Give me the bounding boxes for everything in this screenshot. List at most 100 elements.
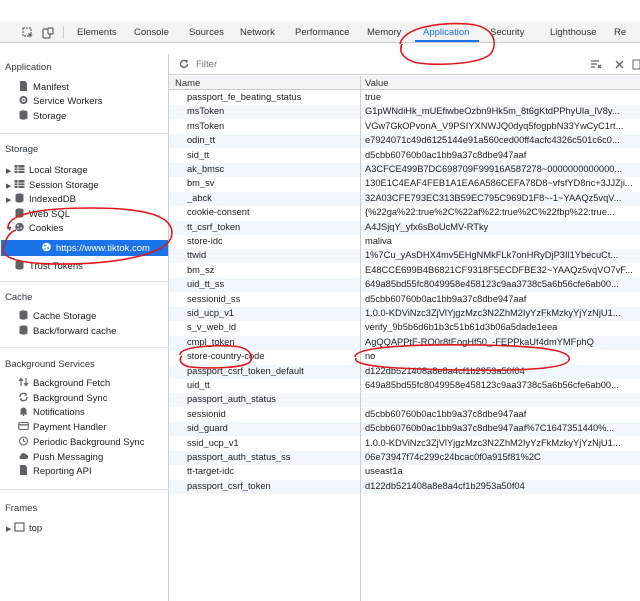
tab-security[interactable]: Security [490,27,524,38]
table-row[interactable]: store-country-code no [169,350,640,364]
cookie-name-cell[interactable]: sid_guard [187,423,357,433]
cookie-value-cell[interactable]: AgQQAPPtF-RO0r8tEogHf50_-FEPPkaUf4dmYMFp… [365,337,635,347]
cookie-name-cell[interactable]: sessionid [187,409,357,419]
cookie-name-cell[interactable]: bm_sz [187,265,357,275]
table-row[interactable]: bm_sz E48CCE699B4B6821CF9318F5ECDFBE32~YA… [169,264,640,278]
table-row[interactable]: ssid_ucp_v1 1.0.0-KDViNzc3ZjVlYjgzMzc3N2Z… [169,437,640,451]
cookie-value-cell[interactable]: A4JSjqY_yfx6sBoUcMV-RTky [365,222,635,232]
sidebar-item-cookies[interactable]: ▼ Cookies [6,222,63,235]
sidebar-item-back-forward-cache[interactable]: Back/forward cache [18,325,116,338]
table-row[interactable]: store-idc maliva [169,235,640,249]
cookie-value-cell[interactable]: d5cbb60760b0ac1bb9a37c8dbe947aaf [365,150,635,160]
cookie-value-cell[interactable]: 1.0.0-KDViNzc3ZjVlYjgzMzc3N2ZhM2IyYzFkMz… [365,308,635,318]
sidebar-item-session-storage[interactable]: ▶ Session Storage [6,179,99,192]
cookie-value-cell[interactable]: d122db521408a8e8a4cf1b2953a50f04 [365,481,635,491]
table-row[interactable]: sid_guard d5cbb60760b0ac1bb9a37c8dbe947aa… [169,422,640,437]
table-row[interactable]: tt-target-idc useast1a [169,465,640,479]
cookie-name-cell[interactable]: passport_csrf_token [187,481,357,491]
cookie-value-cell[interactable]: 649a85bd55fc8049958e458123c9aa3738c5a6b5… [365,279,635,289]
cookie-value-cell[interactable]: d5cbb60760b0ac1bb9a37c8dbe947aaf [365,294,635,304]
cookie-name-cell[interactable]: passport_csrf_token_default [187,366,357,376]
cookie-name-cell[interactable]: ssid_ucp_v1 [187,438,357,448]
cookie-name-cell[interactable]: cmpl_token [187,337,357,347]
cookie-name-cell[interactable]: passport_auth_status_ss [187,452,357,462]
cookie-value-cell[interactable]: 1.0.0-KDViNzc3ZjVlYjgzMzc3N2ZhM2IyYzFkMz… [365,438,635,448]
column-divider[interactable] [360,76,361,601]
cookie-name-cell[interactable]: store-country-code [187,351,357,361]
chevron-down-icon[interactable]: ▼ [6,226,14,233]
clear-filtered-icon[interactable] [590,59,602,70]
cookie-name-cell[interactable]: sessionid_ss [187,294,357,304]
table-row[interactable]: sessionid_ss d5cbb60760b0ac1bb9a37c8dbe94… [169,293,640,307]
cookie-name-cell[interactable]: store-idc [187,236,357,246]
sidebar-item-cache-storage[interactable]: Cache Storage [18,310,96,323]
tab-console[interactable]: Console [134,27,169,38]
cookie-value-cell[interactable]: d122db521408a8e8a4cf1b2953a50f04 [365,366,635,376]
sidebar-item-trust-tokens[interactable]: Trust Tokens [14,260,83,273]
cookie-name-cell[interactable]: odin_tt [187,135,357,145]
sidebar-item-indexeddb[interactable]: ▶ IndexedDB [6,193,76,206]
sidebar-item-frame-top[interactable]: ▶ top [6,522,42,535]
cookie-name-cell[interactable]: bm_sv [187,178,357,188]
tab-elements[interactable]: Elements [77,27,117,38]
table-row[interactable]: msToken VGw7GkOPvonA_V9PSIYXNWJQ0dyq5fogp… [169,120,640,134]
tab-lighthouse[interactable]: Lighthouse [550,27,596,38]
chevron-right-icon[interactable]: ▶ [6,167,14,175]
table-row[interactable]: uid_tt 649a85bd55fc8049958e458123c9aa3738… [169,379,640,393]
cookie-name-cell[interactable]: msToken [187,106,357,116]
cookie-name-cell[interactable]: tt_csrf_token [187,222,357,232]
cookie-value-cell[interactable]: useast1a [365,466,635,476]
table-row[interactable]: tt_csrf_token A4JSjqY_yfx6sBoUcMV-RTky [169,220,640,235]
refresh-icon[interactable] [179,59,189,69]
only-issues-checkbox-icon[interactable] [632,59,640,70]
table-row[interactable]: _abck 32A03CFE793EC313B59EC795C969D1F8~-1… [169,191,640,206]
cookie-value-cell[interactable]: E48CCE699B4B6821CF9318F5ECDFBE32~YAAQz5v… [365,265,635,275]
table-row[interactable]: passport_auth_status [169,393,640,408]
table-row[interactable]: passport_auth_status_ss 06e73947f74c299c2… [169,451,640,465]
tab-application[interactable]: Application [423,27,469,38]
cookie-name-cell[interactable]: _abck [187,193,357,203]
table-row[interactable]: cmpl_token AgQQAPPtF-RO0r8tEogHf50_-FEPPk… [169,335,640,350]
table-row[interactable]: odin_tt e7924071c49d6125144e91a560ced00ff… [169,134,640,149]
sidebar-item-storage[interactable]: Storage [18,110,66,123]
table-row[interactable]: ak_bmsc A3CFCE499B7DC698709F99916A587278~… [169,163,640,177]
table-row[interactable]: s_v_web_id verify_9b5b6d6b1b3c51b61d3b06a… [169,321,640,335]
table-row[interactable]: passport_fe_beating_status true [169,91,640,105]
tab-memory[interactable]: Memory [367,27,401,38]
cookie-name-cell[interactable]: uid_tt_ss [187,279,357,289]
column-header-value[interactable]: Value [365,78,389,89]
cookie-value-cell[interactable]: maliva [365,236,635,246]
inspect-element-icon[interactable] [22,27,34,39]
cookie-value-cell[interactable]: 1%7Cu_yAsDHX4mv5EHgNMkFLk7onHRyDjP3Il1Yb… [365,250,635,260]
table-row[interactable]: sid_tt d5cbb60760b0ac1bb9a37c8dbe947aaf [169,149,640,163]
chevron-right-icon[interactable]: ▶ [6,525,14,533]
table-row[interactable]: passport_csrf_token_default d122db521408a… [169,364,640,379]
filter-input[interactable] [196,57,576,71]
cookie-name-cell[interactable]: uid_tt [187,380,357,390]
cookie-name-cell[interactable]: s_v_web_id [187,322,357,332]
cookie-value-cell[interactable]: verify_9b5b6d6b1b3c51b61d3b06a5dade1eea [365,322,635,332]
sidebar-item-tiktok-origin[interactable]: https://www.tiktok.com [41,242,150,255]
cookie-value-cell[interactable]: G1pWNdiHk_mUEfiwbeOzbn9Hk5m_8t6gKtdPPhyU… [365,106,635,116]
column-header-name[interactable]: Name [175,78,200,89]
sidebar-item-web-sql[interactable]: Web SQL [14,208,70,221]
cookie-value-cell[interactable]: 130E1C4EAF4FEB1A1EA6A586CEFA78D8~vfsfYD8… [365,178,635,188]
cookie-value-cell[interactable]: e7924071c49d6125144e91a560ced00ff4acfc43… [365,135,635,145]
table-row[interactable]: msToken G1pWNdiHk_mUEfiwbeOzbn9Hk5m_8t6gK… [169,105,640,120]
sidebar-item-local-storage[interactable]: ▶ Local Storage [6,164,88,177]
sidebar-item-manifest[interactable]: Manifest [18,81,69,94]
cookie-value-cell[interactable]: 06e73947f74c299c24bcac0f0a915f81%2C [365,452,635,462]
table-row[interactable]: cookie-consent {%22ga%22:true%2C%22af%22:… [169,206,640,220]
cookie-name-cell[interactable]: ttwid [187,250,357,260]
table-row[interactable]: passport_csrf_token d122db521408a8e8a4cf1… [169,479,640,494]
chevron-right-icon[interactable]: ▶ [6,182,14,190]
cookie-name-cell[interactable]: passport_fe_beating_status [187,92,357,102]
tab-sources[interactable]: Sources [189,27,224,38]
cookie-value-cell[interactable]: 649a85bd55fc8049958e458123c9aa3738c5a6b5… [365,380,635,390]
tab-network[interactable]: Network [240,27,275,38]
sidebar-item-periodic-background-sync[interactable]: Periodic Background Sync [18,436,144,449]
sidebar-item-background-fetch[interactable]: Background Fetch [18,377,110,390]
cookie-name-cell[interactable]: tt-target-idc [187,466,357,476]
cookie-value-cell[interactable]: A3CFCE499B7DC698709F99916A587278~0000000… [365,164,635,174]
chevron-right-icon[interactable]: ▶ [6,196,14,204]
